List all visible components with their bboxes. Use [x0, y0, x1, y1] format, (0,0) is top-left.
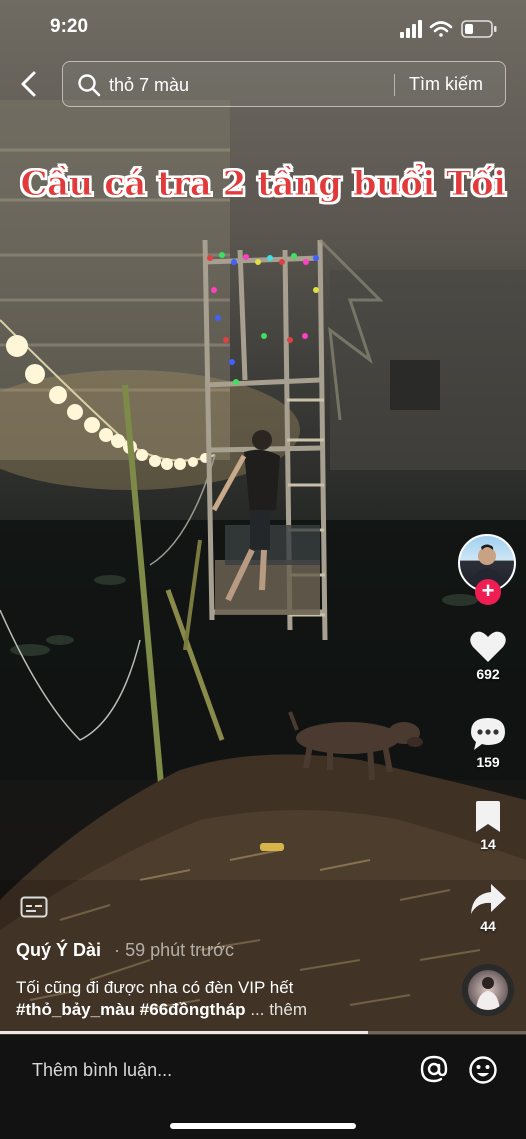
like-count: 692 [476, 666, 500, 682]
hashtag-link[interactable]: #thỏ_bảy_màu [16, 1000, 135, 1019]
search-icon [78, 74, 101, 97]
chevron-left-icon [21, 71, 36, 97]
comment-button[interactable]: 159 [456, 716, 520, 770]
comment-input[interactable] [32, 1057, 392, 1083]
search-divider [394, 74, 395, 96]
share-count: 44 [480, 918, 496, 934]
person-icon [476, 977, 500, 1010]
cellular-signal-icon [400, 20, 422, 38]
follow-button[interactable]: + [475, 579, 501, 605]
video-frame [0, 100, 526, 1035]
save-button[interactable]: 14 [456, 800, 520, 852]
author-name[interactable]: Quý Ý Dài [16, 940, 101, 960]
heart-icon [470, 631, 506, 662]
post-time: · 59 phút trước [114, 940, 234, 960]
video-player[interactable] [0, 0, 526, 1035]
post-timestamp: 59 phút trước [125, 940, 234, 960]
captions-icon[interactable] [20, 896, 48, 918]
comment-bar [0, 1035, 526, 1139]
wifi-icon [429, 21, 453, 37]
search-submit-button[interactable]: Tìm kiếm [409, 74, 483, 95]
emoji-icon[interactable] [468, 1055, 498, 1085]
description-text: Tối cũng đi được nha có đèn VIP hết [16, 978, 294, 997]
share-button[interactable]: 44 [456, 882, 520, 934]
time-separator: · [114, 940, 121, 960]
author-row: Quý Ý Dài · 59 phút trước [16, 940, 234, 961]
status-bar: 9:20 [0, 0, 526, 56]
status-time: 9:20 [50, 16, 89, 37]
status-icons [400, 20, 497, 38]
hashtag-link[interactable]: #66đồngtháp [140, 1000, 246, 1019]
battery-icon [461, 20, 497, 38]
search-input[interactable] [109, 73, 379, 97]
mention-icon[interactable] [420, 1055, 448, 1083]
share-arrow-icon [471, 884, 506, 914]
video-caption: Cầu cá tra 2 tầng buổi Tối [20, 164, 507, 205]
comment-icon [471, 718, 505, 750]
see-more-button[interactable]: ... thêm [250, 1000, 307, 1019]
post-description[interactable]: Tối cũng đi được nha có đèn VIP hết #thỏ… [16, 977, 436, 1021]
bookmark-icon [476, 801, 500, 832]
music-disc-button[interactable] [462, 964, 514, 1016]
search-bar[interactable]: Tìm kiếm [62, 61, 506, 107]
like-button[interactable]: 692 [456, 630, 520, 682]
video-progress-bar[interactable] [0, 1031, 526, 1034]
hashtags-line: #thỏ_bảy_màu #66đồngtháp ... thêm [16, 999, 436, 1021]
comment-count: 159 [476, 754, 500, 770]
back-button[interactable] [14, 66, 44, 102]
home-indicator [170, 1123, 356, 1129]
save-count: 14 [480, 836, 496, 852]
video-progress-fill [0, 1031, 369, 1034]
creator-avatar-button[interactable]: + [458, 534, 516, 606]
